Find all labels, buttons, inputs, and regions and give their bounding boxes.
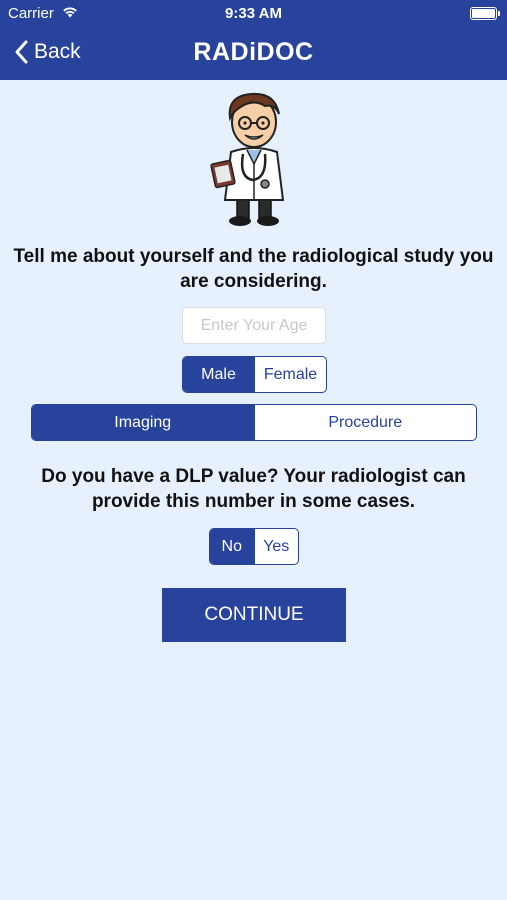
dlp-no-option[interactable]: No [210, 529, 254, 564]
navigation-bar: Carrier 9:33 AM Back RADiDOC [0, 0, 507, 80]
study-imaging-option[interactable]: Imaging [32, 405, 254, 440]
clock: 9:33 AM [225, 5, 282, 22]
age-input[interactable] [182, 307, 326, 344]
continue-button[interactable]: CONTINUE [162, 588, 346, 642]
app-title: RADiDOC [193, 38, 314, 66]
gender-male-option[interactable]: Male [183, 357, 254, 392]
gender-female-option[interactable]: Female [254, 357, 326, 392]
doctor-mascot-icon [210, 92, 285, 226]
dlp-yes-option[interactable]: Yes [253, 529, 299, 564]
study-type-selector: Imaging Procedure [31, 404, 477, 441]
battery-icon [470, 7, 500, 20]
study-procedure-option[interactable]: Procedure [253, 405, 477, 440]
dlp-question: Do you have a DLP value? Your radiologis… [41, 466, 466, 512]
status-bar: Carrier 9:33 AM [0, 0, 507, 28]
dlp-selector: No Yes [209, 528, 299, 565]
intro-text: Tell me about yourself and the radiologi… [13, 246, 494, 292]
gender-selector: Male Female [182, 356, 327, 393]
